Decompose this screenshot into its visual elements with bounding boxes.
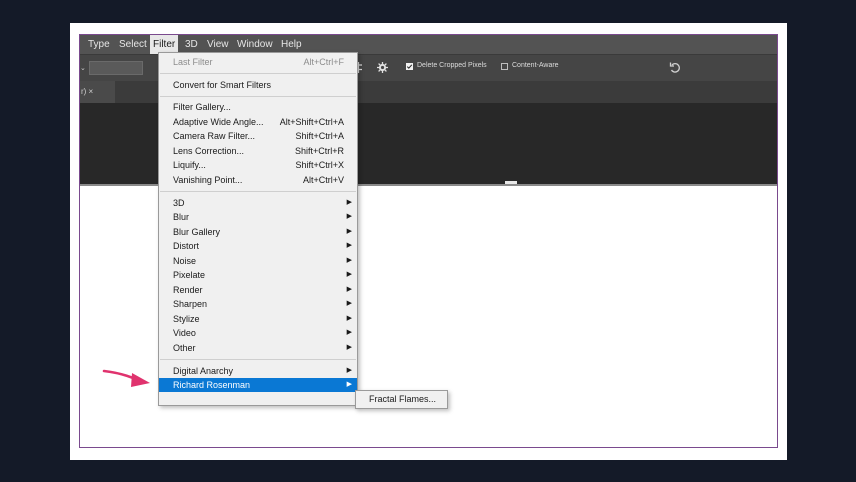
pointer-arrow-icon bbox=[102, 369, 150, 387]
screenshot-frame: Type Select Filter 3D View Window Help ⌄ bbox=[70, 23, 787, 460]
content-aware-checkbox[interactable] bbox=[501, 63, 508, 70]
menu-item-stylize[interactable]: Stylize ▶ bbox=[159, 312, 357, 326]
menu-item-convert-smart-filters[interactable]: Convert for Smart Filters bbox=[159, 78, 357, 92]
document-tab[interactable]: r) × bbox=[80, 81, 115, 103]
gear-icon[interactable] bbox=[377, 62, 388, 73]
menu-item-camera-raw[interactable]: Camera Raw Filter... Shift+Ctrl+A bbox=[159, 129, 357, 143]
menu-item-vanishing-point[interactable]: Vanishing Point... Alt+Ctrl+V bbox=[159, 173, 357, 187]
menu-item-filter-gallery[interactable]: Filter Gallery... bbox=[159, 100, 357, 114]
menu-item-blur[interactable]: Blur ▶ bbox=[159, 210, 357, 224]
menu-item-blur-gallery[interactable]: Blur Gallery ▶ bbox=[159, 225, 357, 239]
reset-icon[interactable] bbox=[669, 61, 682, 74]
menu-item-fractal-flames[interactable]: Fractal Flames... bbox=[369, 391, 436, 408]
delete-cropped-label: Delete Cropped Pixels bbox=[417, 62, 487, 69]
menu-type[interactable]: Type bbox=[85, 35, 113, 54]
menu-separator bbox=[160, 359, 356, 360]
menu-separator bbox=[160, 73, 356, 74]
menu-item-last-filter[interactable]: Last Filter Alt+Ctrl+F bbox=[159, 55, 357, 69]
menu-item-noise[interactable]: Noise ▶ bbox=[159, 254, 357, 268]
menu-item-adaptive-wide-angle[interactable]: Adaptive Wide Angle... Alt+Shift+Ctrl+A bbox=[159, 115, 357, 129]
menu-item-3d[interactable]: 3D ▶ bbox=[159, 196, 357, 210]
menu-select[interactable]: Select bbox=[116, 35, 150, 54]
menu-item-sharpen[interactable]: Sharpen ▶ bbox=[159, 297, 357, 311]
photoshop-window: Type Select Filter 3D View Window Help ⌄ bbox=[79, 34, 778, 448]
crop-handle[interactable] bbox=[505, 181, 517, 184]
menu-item-pixelate[interactable]: Pixelate ▶ bbox=[159, 268, 357, 282]
menu-item-other[interactable]: Other ▶ bbox=[159, 341, 357, 355]
delete-cropped-checkbox[interactable] bbox=[406, 63, 413, 70]
menu-item-richard-rosenman[interactable]: Richard Rosenman ▶ bbox=[159, 378, 357, 392]
content-aware-label: Content-Aware bbox=[512, 62, 559, 69]
menu-item-render[interactable]: Render ▶ bbox=[159, 283, 357, 297]
menu-item-lens-correction[interactable]: Lens Correction... Shift+Ctrl+R bbox=[159, 144, 357, 158]
menu-separator bbox=[160, 191, 356, 192]
ratio-input[interactable] bbox=[89, 61, 143, 75]
menu-item-distort[interactable]: Distort ▶ bbox=[159, 239, 357, 253]
chevron-down-icon[interactable]: ⌄ bbox=[80, 64, 86, 72]
menu-separator bbox=[160, 96, 356, 97]
rosenman-submenu: Fractal Flames... bbox=[355, 390, 448, 409]
menu-item-liquify[interactable]: Liquify... Shift+Ctrl+X bbox=[159, 158, 357, 172]
menu-item-video[interactable]: Video ▶ bbox=[159, 326, 357, 340]
menu-item-digital-anarchy[interactable]: Digital Anarchy ▶ bbox=[159, 364, 357, 378]
filter-menu: Last Filter Alt+Ctrl+F Convert for Smart… bbox=[158, 52, 358, 406]
